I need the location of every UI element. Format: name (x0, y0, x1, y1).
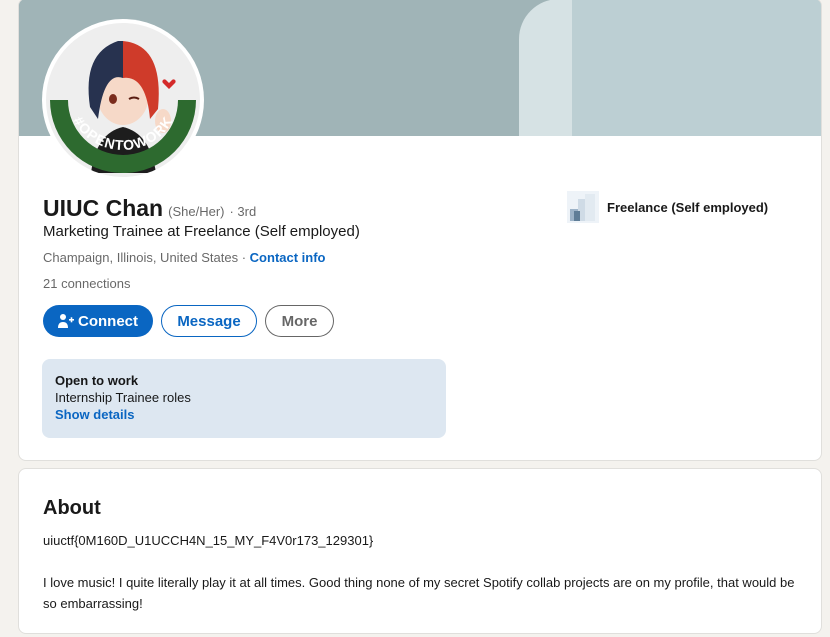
company-logo-icon (567, 191, 599, 223)
open-to-work-title: Open to work (55, 373, 139, 388)
connect-label: Connect (78, 312, 138, 330)
profile-name: UIUC Chan (43, 195, 164, 221)
contact-info-link[interactable]: Contact info (250, 250, 326, 265)
current-company[interactable]: Freelance (Self employed) (567, 191, 768, 223)
open-to-work-roles: Internship Trainee roles (55, 390, 191, 405)
connection-degree: · 3rd (229, 204, 257, 219)
message-button[interactable]: Message (161, 305, 257, 337)
profile-avatar[interactable]: #OPENTOWORK (42, 19, 204, 181)
add-person-icon (58, 313, 74, 329)
about-title: About (43, 497, 101, 519)
name-row: UIUC Chan (She/Her) · 3rd (43, 195, 256, 222)
show-details-link[interactable]: Show details (55, 407, 433, 422)
connect-button[interactable]: Connect (43, 305, 153, 337)
about-flag-text: uiuctf{0M160D_U1UCCH4N_15_MY_F4V0r173_12… (43, 533, 374, 548)
company-name: Freelance (Self employed) (607, 199, 769, 215)
profile-pronouns: (She/Her) (168, 204, 225, 219)
open-to-work-card: Open to work Internship Trainee roles Sh… (42, 359, 446, 438)
profile-actions: Connect Message More (43, 305, 334, 337)
more-button[interactable]: More (265, 305, 334, 337)
location-row: Champaign, Illinois, United States · Con… (43, 250, 326, 265)
profile-card: #OPENTOWORK UIUC Chan (She/Her) · 3rd Ma… (18, 0, 822, 461)
about-body: I love music! I quite literally play it … (43, 575, 795, 611)
profile-headline: Marketing Trainee at Freelance (Self emp… (43, 223, 360, 240)
profile-location: Champaign, Illinois, United States · (43, 250, 247, 265)
about-card: About uiuctf{0M160D_U1UCCH4N_15_MY_F4V0r… (18, 468, 822, 634)
connections-count[interactable]: 21 connections (43, 276, 130, 291)
